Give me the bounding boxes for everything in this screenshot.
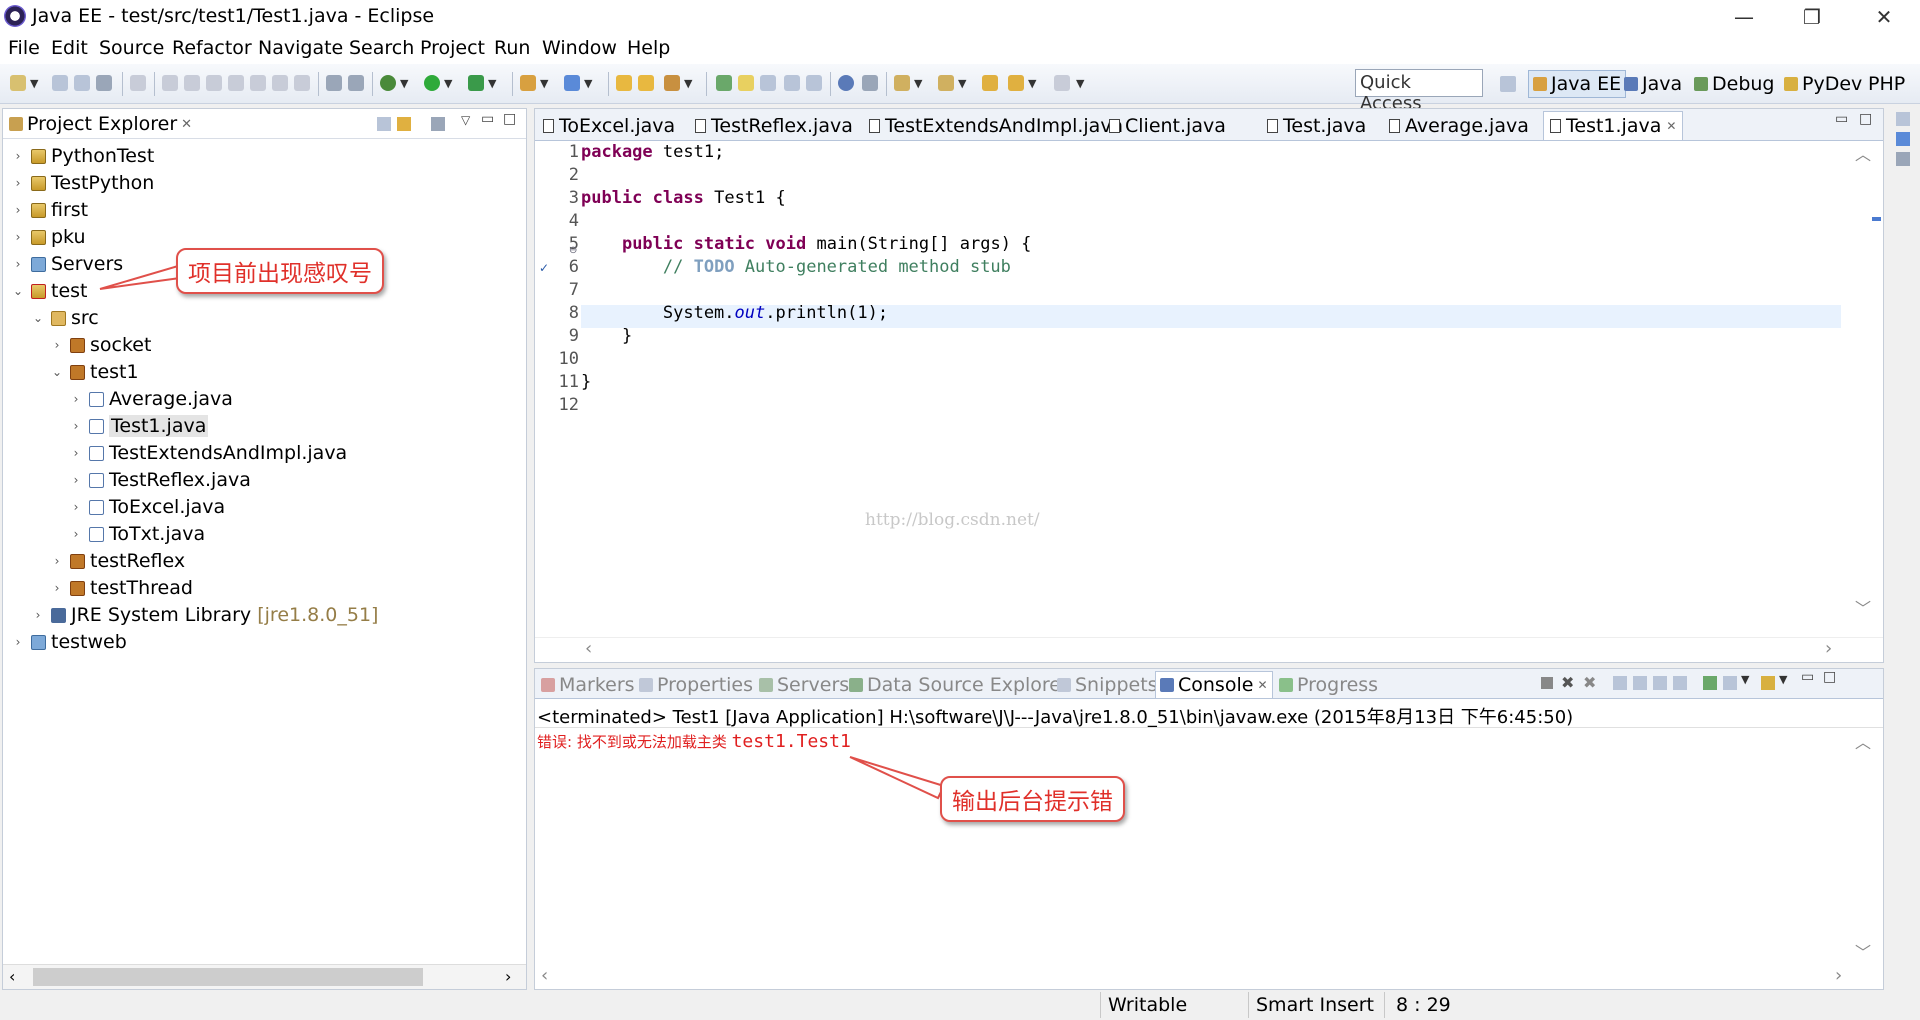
console-annotation-callout: 输出后台提示错 <box>940 776 1125 822</box>
annotation-arrow <box>99 264 182 290</box>
annotation-arrow <box>849 756 946 800</box>
annotation-arrows <box>99 264 946 800</box>
tree-annotation-callout: 项目前出现感叹号 <box>176 248 384 294</box>
